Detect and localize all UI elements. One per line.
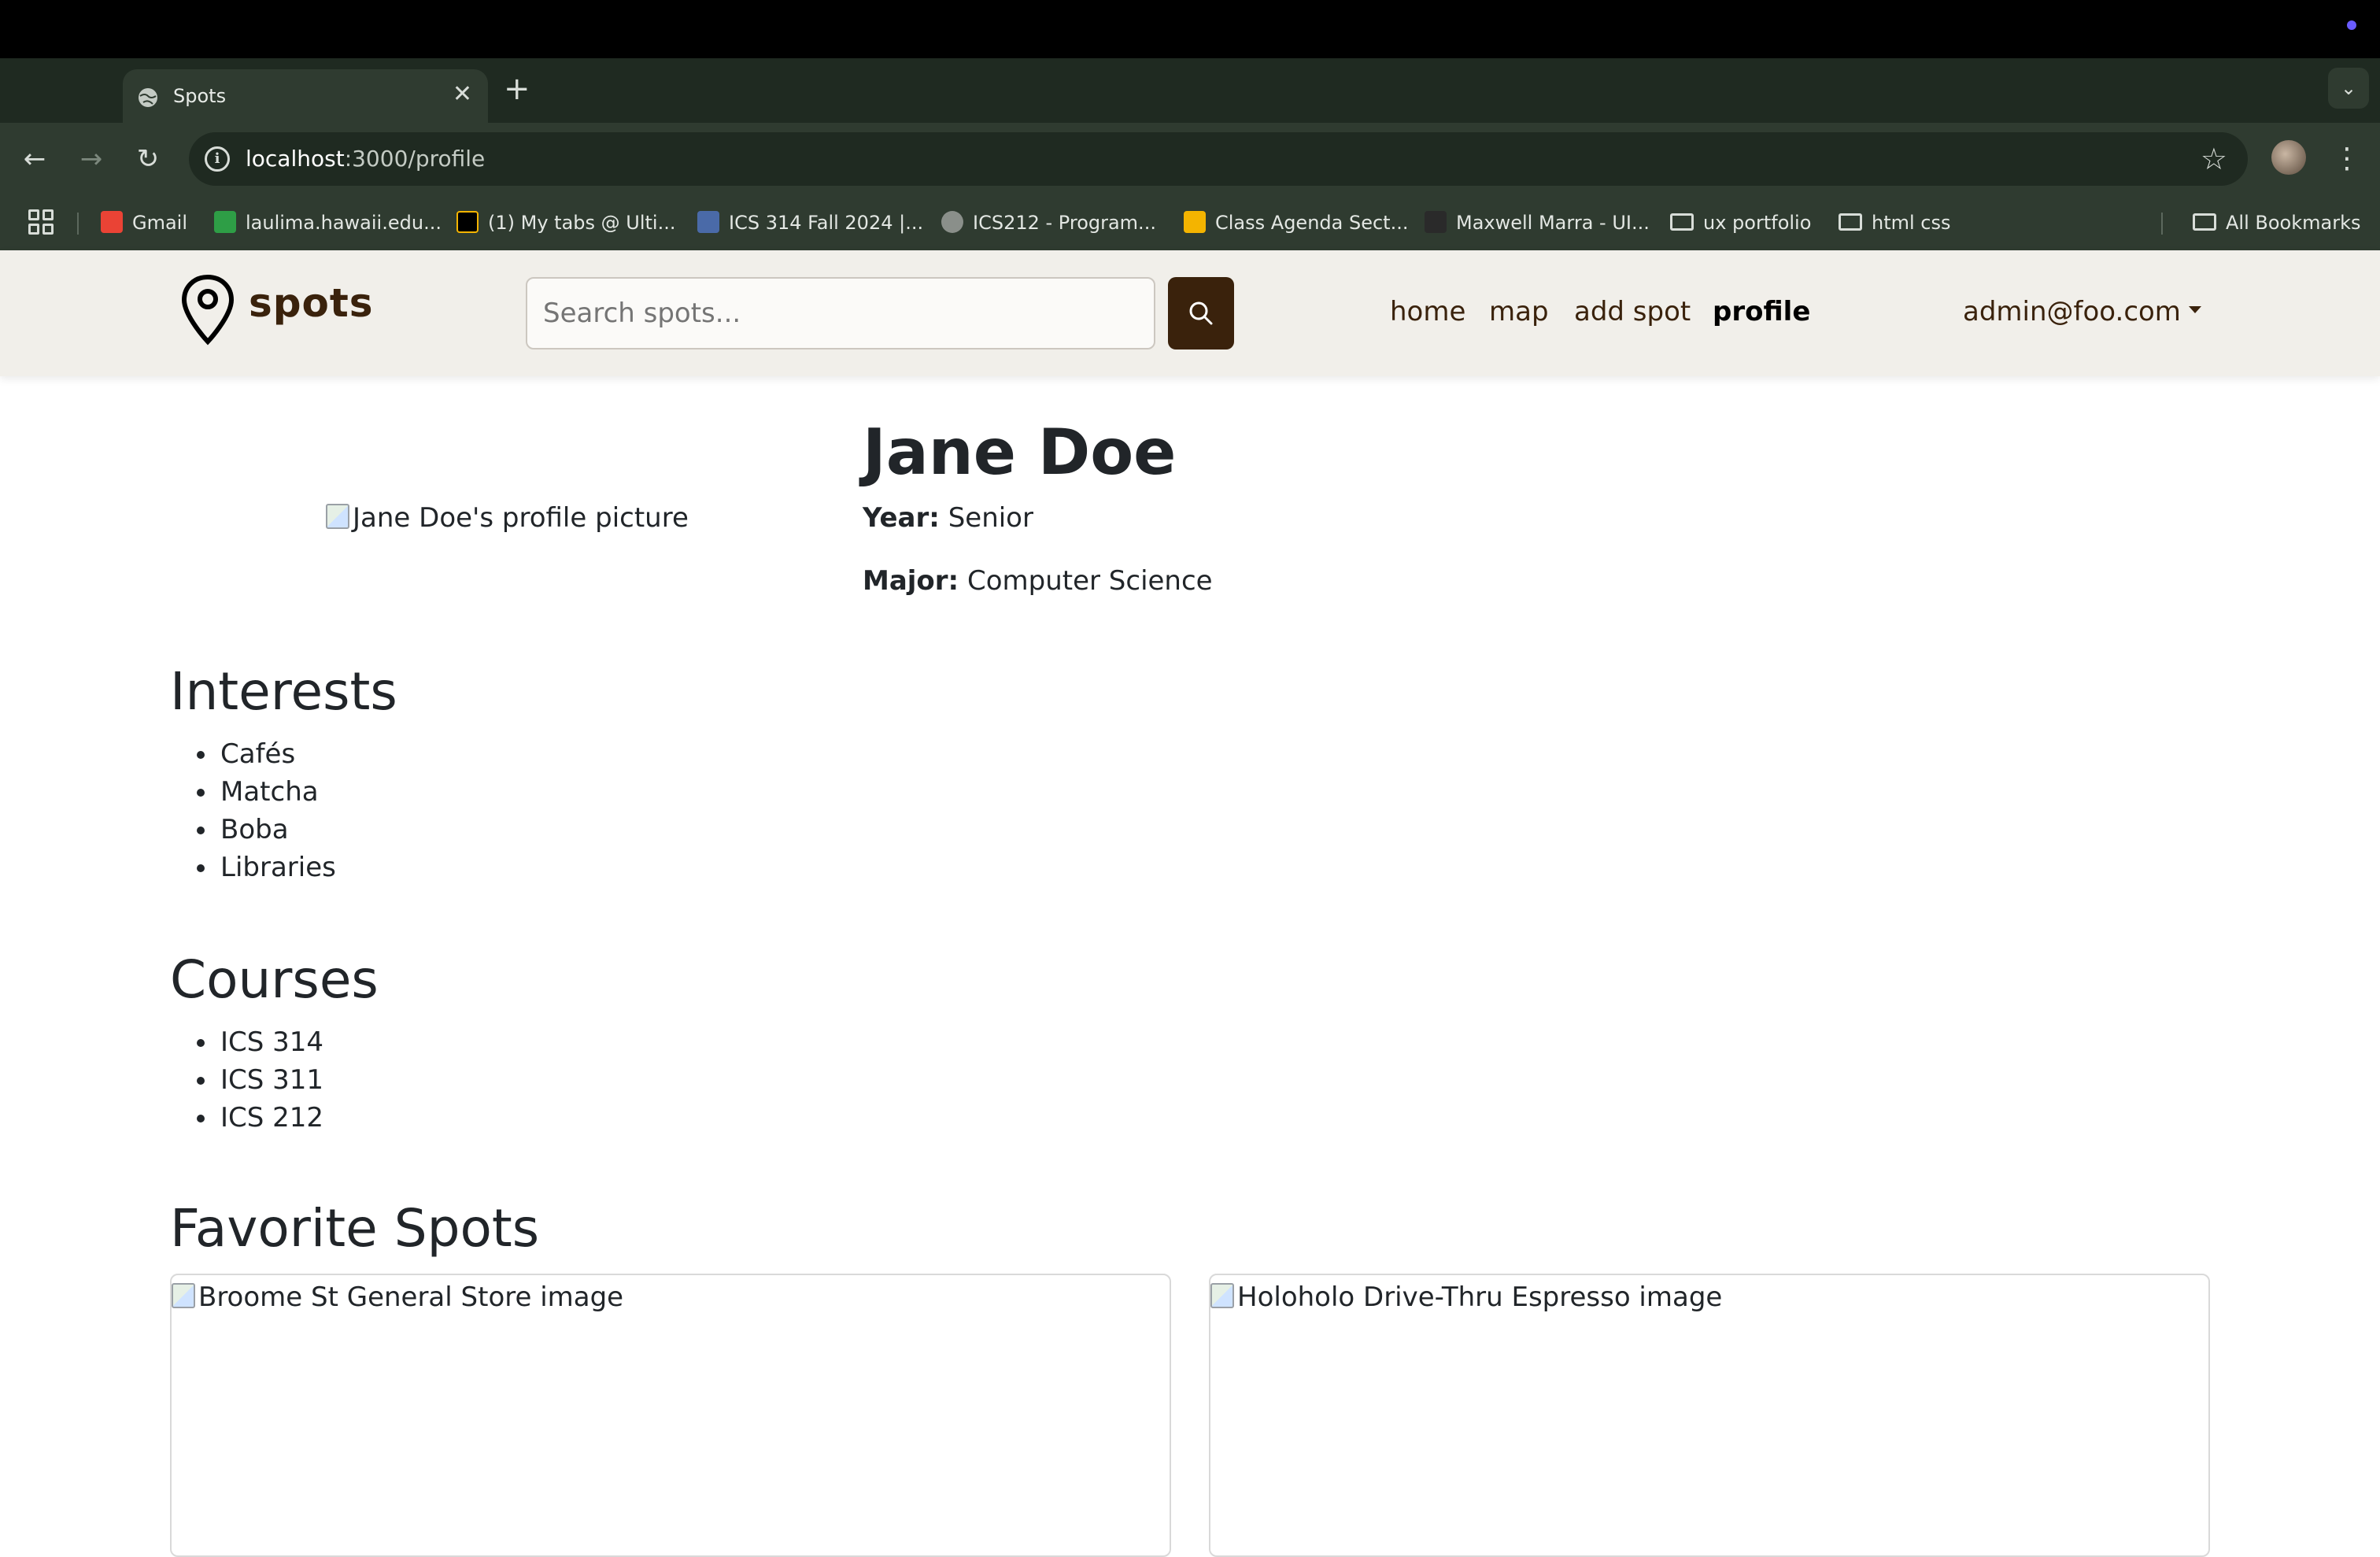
url-path: :3000/profile <box>344 146 486 172</box>
list-item: Matcha <box>170 773 336 811</box>
status-dot-icon <box>2347 20 2356 30</box>
map-pin-icon[interactable] <box>179 272 236 348</box>
spot-card[interactable]: Broome St General Store image <box>170 1274 1171 1557</box>
spot-card-image[interactable]: Holoholo Drive-Thru Espresso image <box>1210 1281 1722 1313</box>
bookmark-laulima[interactable]: laulima.hawaii.edu... <box>214 209 442 236</box>
year-value: Senior <box>948 502 1033 534</box>
folder-icon <box>2193 213 2216 231</box>
browser-tab-spots[interactable]: Spots ✕ <box>123 69 488 123</box>
bookmark-ultimate-guitar[interactable]: (1) My tabs @ Ulti... <box>456 209 675 236</box>
laulima-icon <box>214 211 236 233</box>
caret-down-icon <box>2188 306 2201 313</box>
tab-search-chevron-icon[interactable]: ⌄ <box>2328 68 2369 109</box>
broken-image-icon <box>172 1282 195 1308</box>
slides-icon <box>1184 211 1206 233</box>
spot-card[interactable]: Holoholo Drive-Thru Espresso image <box>1209 1274 2210 1557</box>
bookmark-divider <box>2161 213 2163 235</box>
bookmark-ics314[interactable]: ICS 314 Fall 2024 |... <box>697 209 923 236</box>
apps-grid-icon[interactable] <box>28 209 54 235</box>
bookmark-star-icon[interactable]: ☆ <box>2201 140 2227 178</box>
spot-card-image[interactable]: Broome St General Store image <box>172 1281 623 1313</box>
year-label: Year: <box>863 502 940 534</box>
bookmark-label: ICS212 - Program... <box>973 212 1156 234</box>
site-navbar: spots home map add spot profile admin@fo… <box>0 250 2380 376</box>
bookmark-label: ux portfolio <box>1703 212 1812 234</box>
bookmark-label: (1) My tabs @ Ulti... <box>488 212 676 234</box>
broken-image-icon <box>326 503 349 529</box>
nav-link-add-spot[interactable]: add spot <box>1574 296 1691 327</box>
new-tab-button[interactable]: + <box>504 69 530 109</box>
interests-list: Cafés Matcha Boba Libraries <box>170 735 336 886</box>
folder-icon <box>1670 213 1694 231</box>
browser-toolbar: ← → ↻ i localhost:3000/profile ☆ ⋮ <box>0 123 2380 195</box>
url-host: localhost <box>246 146 345 172</box>
courses-heading: Courses <box>170 949 379 1010</box>
brand-logo-text[interactable]: spots <box>249 280 374 326</box>
list-item: Cafés <box>170 735 336 773</box>
medium-icon <box>1425 211 1447 233</box>
address-bar[interactable]: i localhost:3000/profile ☆ <box>189 132 2248 186</box>
courses-list: ICS 314 ICS 311 ICS 212 <box>170 1023 323 1137</box>
bookmark-gmail[interactable]: Gmail <box>101 209 187 236</box>
nav-link-home[interactable]: home <box>1390 296 1465 327</box>
address-url[interactable]: localhost:3000/profile <box>246 146 485 172</box>
browser-tab-strip: Spots ✕ + ⌄ <box>0 58 2380 123</box>
favorite-spots-heading: Favorite Spots <box>170 1198 540 1259</box>
browser-menu-icon[interactable]: ⋮ <box>2333 139 2361 179</box>
spot-image-alt-text: Holoholo Drive-Thru Espresso image <box>1237 1281 1723 1313</box>
bookmark-divider <box>77 213 79 235</box>
bookmark-folder-html-css[interactable]: html css <box>1839 209 1951 236</box>
user-dropdown[interactable]: admin@foo.com <box>1963 296 2201 327</box>
bookmark-class-agenda[interactable]: Class Agenda Sect... <box>1184 209 1408 236</box>
forward-button[interactable]: → <box>71 139 112 179</box>
bookmark-label: Maxwell Marra - UI... <box>1456 212 1650 234</box>
major-label: Major: <box>863 565 959 597</box>
globe-icon <box>941 211 963 233</box>
search-icon <box>1189 301 1213 325</box>
bookmark-label: Class Agenda Sect... <box>1215 212 1409 234</box>
nav-link-profile[interactable]: profile <box>1713 296 1810 327</box>
major-value: Computer Science <box>966 565 1213 597</box>
search-button[interactable] <box>1168 277 1234 349</box>
back-button[interactable]: ← <box>14 139 55 179</box>
bookmark-folder-ux-portfolio[interactable]: ux portfolio <box>1670 209 1811 236</box>
list-item: ICS 311 <box>170 1061 323 1099</box>
ics314-icon <box>697 211 719 233</box>
profile-major: Major: Computer Science <box>863 565 1213 597</box>
interests-heading: Interests <box>170 661 397 722</box>
profile-name: Jane Doe <box>863 416 1177 489</box>
bookmark-maxwell-marra[interactable]: Maxwell Marra - UI... <box>1425 209 1650 236</box>
all-bookmarks-button[interactable]: All Bookmarks <box>2193 209 2360 236</box>
search-input[interactable] <box>526 277 1155 349</box>
bookmark-label: laulima.hawaii.edu... <box>246 212 442 234</box>
gmail-icon <box>101 211 123 233</box>
ultimate-guitar-icon <box>456 211 479 233</box>
spot-image-alt-text: Broome St General Store image <box>198 1281 624 1313</box>
profile-picture: Jane Doe's profile picture <box>326 502 689 534</box>
bookmarks-bar: Gmail laulima.hawaii.edu... (1) My tabs … <box>0 195 2380 250</box>
list-item: ICS 314 <box>170 1023 323 1061</box>
list-item: ICS 212 <box>170 1099 323 1137</box>
profile-year: Year: Senior <box>863 502 1033 534</box>
folder-icon <box>1839 213 1862 231</box>
broken-image-icon <box>1210 1282 1234 1308</box>
list-item: Boba <box>170 811 336 849</box>
reload-button[interactable]: ↻ <box>128 139 168 179</box>
site-info-icon[interactable]: i <box>205 146 230 172</box>
os-menu-bar <box>0 0 2380 58</box>
profile-avatar[interactable] <box>2271 140 2306 175</box>
close-tab-icon[interactable]: ✕ <box>453 80 472 109</box>
bookmark-ics212[interactable]: ICS212 - Program... <box>941 209 1156 236</box>
list-item: Libraries <box>170 849 336 886</box>
web-page: spots home map add spot profile admin@fo… <box>0 250 2380 1557</box>
globe-icon <box>139 88 157 107</box>
bookmark-label: html css <box>1872 212 1951 234</box>
bookmark-label: Gmail <box>132 212 188 234</box>
profile-picture-alt-text: Jane Doe's profile picture <box>353 502 689 534</box>
bookmark-label: ICS 314 Fall 2024 |... <box>729 212 924 234</box>
nav-link-map[interactable]: map <box>1489 296 1549 327</box>
bookmark-label: All Bookmarks <box>2226 212 2361 234</box>
user-email: admin@foo.com <box>1963 296 2181 327</box>
tab-title: Spots <box>173 85 227 107</box>
